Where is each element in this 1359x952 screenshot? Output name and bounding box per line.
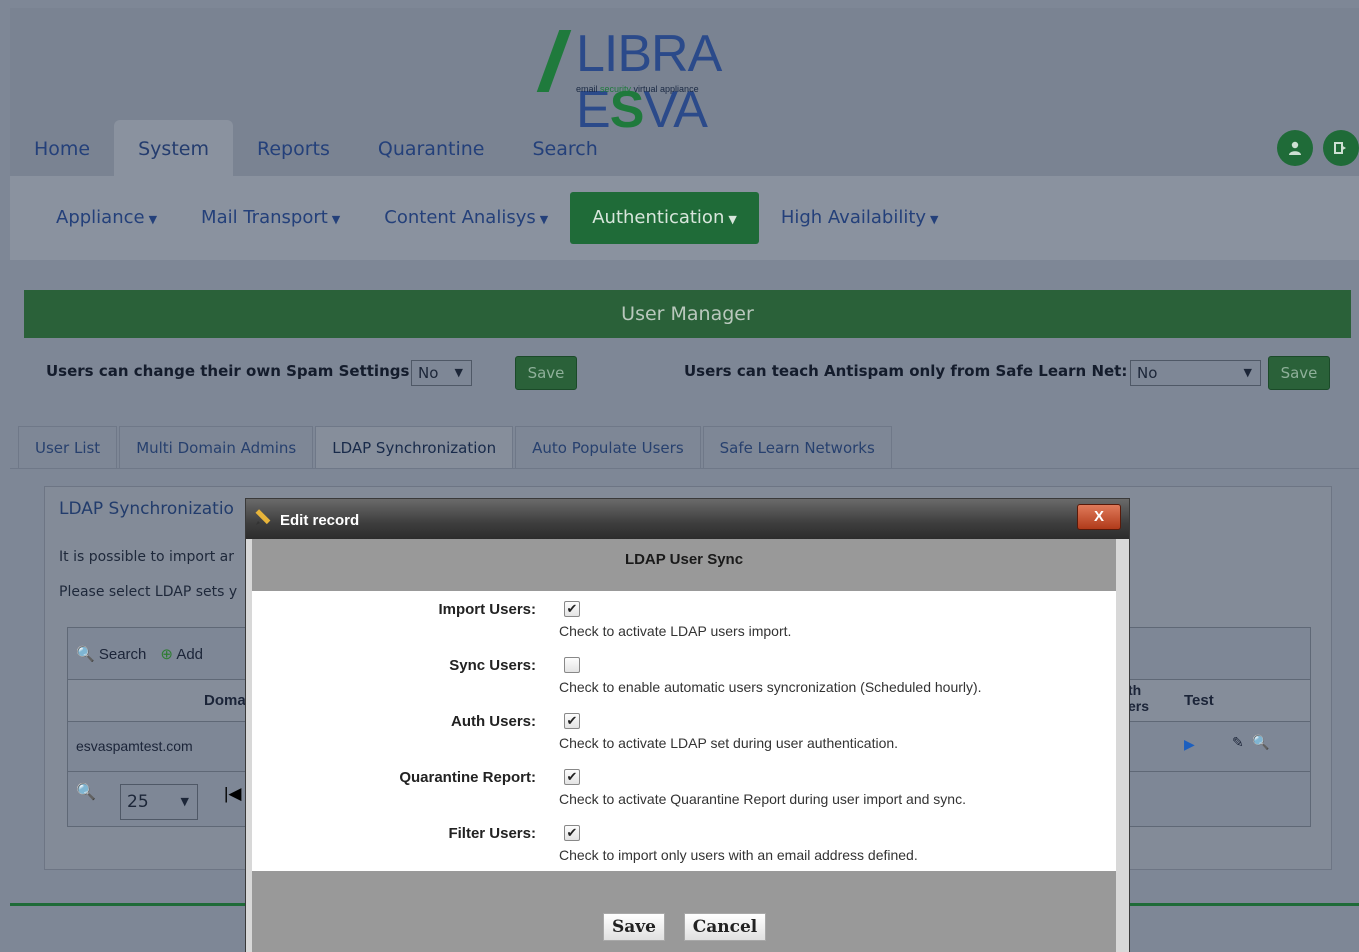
tab-safe-learn-networks[interactable]: Safe Learn Networks	[702, 426, 892, 468]
col-auth-users[interactable]: th ers	[1128, 682, 1149, 714]
spam-settings-save-button[interactable]: Save	[515, 356, 577, 390]
caret-down-icon: ▼	[539, 213, 549, 226]
safe-learn-select[interactable]: No ▼	[1130, 360, 1261, 386]
user-manager-title: User Manager	[24, 290, 1351, 338]
subnav-appliance-label: Appliance	[56, 207, 145, 228]
filter-users-help: Check to import only users with an email…	[559, 847, 918, 863]
tab-home[interactable]: Home	[10, 120, 114, 176]
magnifier-icon[interactable]: 🔍	[76, 782, 96, 802]
page-size-select[interactable]: 25 ▼	[120, 784, 198, 820]
logo-tagline-pre: email	[576, 84, 601, 94]
main-nav: Home System Reports Quarantine Search	[10, 120, 622, 176]
import-users-help: Check to activate LDAP users import.	[559, 623, 792, 639]
dialog-content: LDAP User Sync Import Users: ✔ Check to …	[252, 539, 1116, 952]
tab-auto-populate-users[interactable]: Auto Populate Users	[515, 426, 701, 468]
user-profile-icon[interactable]	[1277, 130, 1313, 166]
safe-learn-save-button[interactable]: Save	[1268, 356, 1330, 390]
caret-down-icon: ▼	[331, 213, 341, 226]
dialog-cancel-button[interactable]: Cancel	[684, 913, 766, 941]
dialog-subtitle: LDAP User Sync	[624, 551, 744, 568]
filter-users-checkbox[interactable]: ✔	[564, 825, 580, 841]
page-size-value: 25	[127, 792, 149, 812]
play-icon[interactable]: ▶	[1184, 736, 1195, 753]
ldap-description-2: Please select LDAP sets y	[59, 584, 238, 600]
tab-multi-domain-admins[interactable]: Multi Domain Admins	[119, 426, 314, 468]
subnav-appliance[interactable]: Appliance ▼	[34, 192, 179, 244]
view-magnifier-icon[interactable]: 🔍	[1252, 734, 1269, 751]
spam-settings-value: No	[418, 364, 439, 382]
tab-quarantine[interactable]: Quarantine	[354, 120, 509, 176]
col-auth-line2: ers	[1128, 698, 1150, 714]
tab-search[interactable]: Search	[508, 120, 621, 176]
tab-user-list[interactable]: User List	[18, 426, 118, 468]
tab-ldap-synchronization[interactable]: LDAP Synchronization	[315, 426, 514, 468]
sync-users-help: Check to enable automatic users syncroni…	[559, 679, 982, 695]
subnav-content-analysis-label: Content Analisys	[384, 207, 536, 228]
ldap-description-1: It is possible to import ar	[59, 549, 234, 565]
libraesva-logo: LIBRA ESVA email security virtual applia…	[536, 26, 848, 138]
edit-record-dialog: Edit record X LDAP User Sync Import User…	[245, 498, 1130, 952]
caret-down-icon: ▼	[930, 213, 939, 226]
sub-nav: Appliance ▼ Mail Transport ▼ Content Anali…	[10, 176, 1359, 260]
logout-icon[interactable]	[1323, 130, 1359, 166]
auth-users-help: Check to activate LDAP set during user a…	[559, 735, 899, 751]
grid-search-button[interactable]: 🔍 Search	[76, 645, 146, 663]
import-users-checkbox[interactable]: ✔	[564, 601, 580, 617]
quarantine-report-checkbox[interactable]: ✔	[564, 769, 580, 785]
sync-users-label: Sync Users:	[449, 657, 536, 674]
user-manager-tabs: User List Multi Domain Admins LDAP Synch…	[18, 426, 894, 468]
subnav-content-analysis[interactable]: Content Analisys ▼	[362, 192, 570, 244]
top-icons	[1277, 130, 1359, 166]
row-domain: esvaspamtest.com	[76, 738, 193, 754]
subnav-high-availability[interactable]: High Availability ▼	[759, 192, 961, 244]
logo-tagline-green: security	[600, 84, 632, 94]
col-test[interactable]: Test	[1184, 692, 1214, 709]
dialog-title: Edit record	[280, 512, 360, 529]
logo-tagline-post: virtual appliance	[631, 84, 699, 94]
caret-down-icon: ▼	[728, 213, 737, 226]
dropdown-arrow-icon: ▼	[180, 795, 189, 808]
pencil-icon	[255, 509, 271, 525]
grid-search-label: Search	[98, 645, 147, 663]
magnifier-icon: 🔍	[76, 645, 95, 663]
sync-users-checkbox[interactable]	[564, 657, 580, 673]
dialog-form: Import Users: ✔ Check to activate LDAP u…	[252, 591, 1116, 871]
caret-down-icon: ▼	[148, 213, 158, 226]
grid-add-label: Add	[176, 645, 204, 663]
tab-reports[interactable]: Reports	[233, 120, 354, 176]
tab-divider	[10, 468, 1359, 469]
subnav-authentication[interactable]: Authentication ▼	[570, 192, 759, 244]
edit-pencil-icon[interactable]: ✎	[1232, 734, 1244, 751]
quarantine-report-label: Quarantine Report:	[399, 769, 536, 786]
first-page-icon[interactable]: |◀	[224, 784, 242, 804]
close-button[interactable]: X	[1077, 504, 1121, 530]
spam-settings-select[interactable]: No ▼	[411, 360, 472, 386]
filter-users-label: Filter Users:	[448, 825, 536, 842]
ldap-panel-title: LDAP Synchronizatio	[59, 499, 234, 519]
subnav-mail-transport[interactable]: Mail Transport ▼	[179, 192, 362, 244]
import-users-label: Import Users:	[438, 601, 536, 618]
safe-learn-label: Users can teach Antispam only from Safe …	[684, 362, 1128, 380]
add-icon: ⊕	[160, 645, 173, 663]
subnav-high-availability-label: High Availability	[780, 207, 927, 228]
grid-add-button[interactable]: ⊕ Add	[160, 645, 203, 663]
dialog-save-button[interactable]: Save	[603, 913, 665, 941]
subnav-authentication-label: Authentication	[592, 207, 725, 228]
user-manager-settings: Users can change their own Spam Settings…	[24, 338, 1351, 418]
dialog-titlebar[interactable]: Edit record X	[246, 499, 1129, 539]
tab-system[interactable]: System	[114, 120, 233, 176]
spam-settings-label: Users can change their own Spam Settings…	[46, 362, 416, 380]
safe-learn-value: No	[1137, 364, 1158, 382]
auth-users-label: Auth Users:	[450, 713, 536, 730]
col-domain[interactable]: Doma	[204, 692, 246, 709]
dropdown-arrow-icon: ▼	[454, 366, 463, 379]
subnav-mail-transport-label: Mail Transport	[201, 207, 328, 228]
logo-slash	[536, 30, 572, 92]
quarantine-report-help: Check to activate Quarantine Report duri…	[559, 791, 966, 807]
dropdown-arrow-icon: ▼	[1243, 366, 1252, 379]
auth-users-checkbox[interactable]: ✔	[564, 713, 580, 729]
